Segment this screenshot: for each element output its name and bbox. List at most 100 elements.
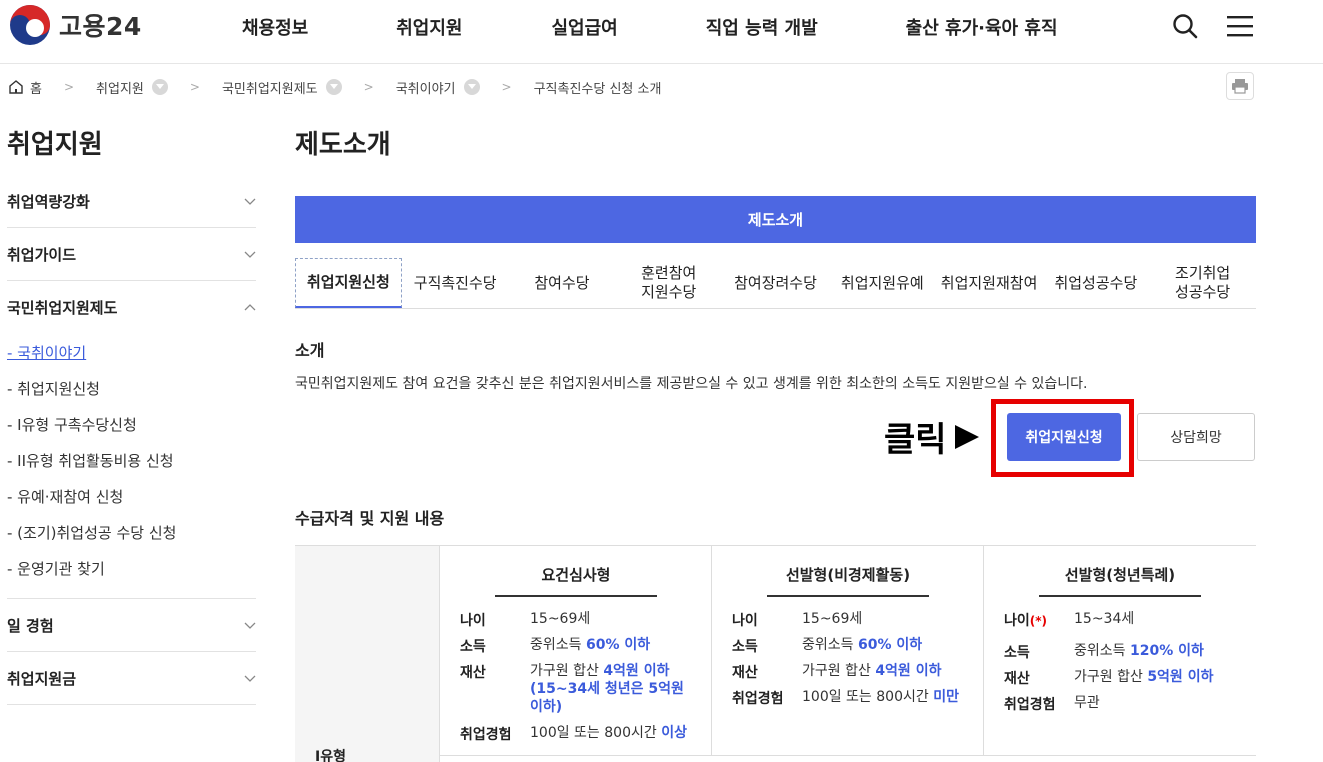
table-row: 소득 중위소득 60% 이하 — [460, 636, 650, 656]
nav-item-vocational-training[interactable]: 직업 능력 개발 — [706, 14, 818, 40]
chevron-right-icon: > — [363, 80, 374, 94]
row-value-highlight: 4억원 이하 — [603, 663, 670, 679]
row-value-wrap: 가구원 합산 4억원 이하 (15~34세 청년은 5억원 이하) — [530, 662, 700, 716]
sidebar-item-success-allowance[interactable]: - (조기)취업성공 수당 신청 — [7, 514, 256, 550]
eligibility-column: 요건심사형 나이 15~69세 소득 중위소득 60% 이하 재산 가구원 합산… — [440, 546, 712, 756]
hamburger-menu-icon[interactable] — [1226, 14, 1254, 38]
page-title: 제도소개 — [295, 130, 391, 160]
row-value-highlight: 60% 이하 — [585, 637, 651, 653]
tab-rejoin[interactable]: 취업지원재참여 — [936, 258, 1043, 308]
row-value: 가구원 합산 — [530, 663, 604, 679]
section-bar: 제도소개 — [295, 196, 1256, 243]
row-value-highlight: 이상 — [661, 725, 687, 741]
tab-job-seeking-allowance[interactable]: 구직촉진수당 — [402, 258, 509, 308]
search-icon[interactable] — [1172, 13, 1198, 39]
sidebar-group-subsidy[interactable]: 취업지원금 — [7, 652, 256, 705]
eligibility-column: 선발형(청년특례) 나이(*) 15~34세 소득 중위소득 120% 이하 재… — [984, 546, 1256, 756]
row-key: 소득 — [1004, 645, 1030, 661]
breadcrumb-label: 취업지원 — [96, 81, 144, 97]
site-header: 고용24 채용정보 취업지원 실업급여 직업 능력 개발 출산 휴가·육아 휴직 — [0, 0, 1323, 64]
row-value: 중위소득 — [1074, 643, 1130, 659]
sidebar-group-guide[interactable]: 취업가이드 — [7, 228, 256, 281]
sidebar-item-type1-allowance[interactable]: - I유형 구촉수당신청 — [7, 406, 256, 442]
breadcrumb-item-employment-support[interactable]: 취업지원 — [96, 78, 168, 97]
table-row: 소득 중위소득 60% 이하 — [732, 636, 922, 656]
sidebar-group-capacity[interactable]: 취업역량강화 — [7, 175, 256, 228]
row-key: 재산 — [732, 665, 758, 681]
breadcrumb-item-current: 구직촉진수당 신청 소개 — [534, 78, 662, 97]
nav-item-recruit[interactable]: 채용정보 — [242, 14, 308, 40]
sidebar-item-defer-rejoin[interactable]: - 유예·재참여 신청 — [7, 478, 256, 514]
sidebar-item-label: - 운영기관 찾기 — [7, 559, 105, 578]
row-value-highlight: 5억원 이하 — [1147, 669, 1214, 685]
consult-button[interactable]: 상담희망 — [1137, 413, 1255, 461]
arrow-right-icon — [954, 424, 979, 449]
tab-apply[interactable]: 취업지원신청 — [295, 258, 402, 308]
row-value-wrap: 100일 또는 800시간 미만 — [802, 688, 959, 708]
breadcrumb-item-national-program[interactable]: 국민취업지원제도 — [222, 78, 342, 97]
chevron-up-icon — [244, 303, 256, 310]
click-annotation: 클릭 — [884, 412, 981, 461]
row-value: 중위소득 — [802, 637, 858, 653]
tab-deferral[interactable]: 취업지원유예 — [829, 258, 936, 308]
sidebar-item-label: - 취업지원신청 — [7, 379, 100, 398]
sidebar-title: 취업지원 — [7, 130, 103, 160]
column-heading: 선발형(비경제활동) — [767, 564, 929, 597]
print-button[interactable] — [1226, 72, 1254, 100]
row-value: 가구원 합산 — [1074, 669, 1148, 685]
breadcrumb-item-story[interactable]: 국취이야기 — [396, 78, 480, 97]
chevron-down-icon[interactable] — [325, 79, 342, 95]
sidebar-group-national-program[interactable]: 국민취업지원제도 — [7, 281, 256, 334]
row-key: 재산 — [1004, 671, 1030, 687]
row-key-wrap: 나이(*) — [1004, 610, 1074, 630]
breadcrumb-home[interactable]: 홈 — [8, 78, 42, 97]
chevron-down-icon — [244, 675, 256, 682]
row-key: 나이 — [1004, 613, 1030, 629]
row-value-highlight: 4억원 이하 — [875, 663, 942, 679]
chevron-right-icon: > — [63, 80, 75, 94]
sidebar-group-label: 취업가이드 — [7, 245, 77, 264]
taegeuk-logo-icon — [10, 5, 50, 45]
row-key: 취업경험 — [732, 691, 784, 707]
table-row: 재산 가구원 합산 4억원 이하 — [732, 662, 941, 682]
nav-item-parental-leave[interactable]: 출산 휴가·육아 휴직 — [906, 14, 1058, 40]
chevron-right-icon: > — [189, 80, 200, 94]
nav-item-unemployment-benefit[interactable]: 실업급여 — [552, 14, 618, 40]
sidebar-item-story[interactable]: - 국취이야기 — [7, 334, 256, 370]
program-tabs: 취업지원신청 구직촉진수당 참여수당 훈련참여 지원수당 참여장려수당 취업지원… — [295, 258, 1256, 309]
section-bar-label: 제도소개 — [747, 211, 804, 229]
sidebar-group-work-experience[interactable]: 일 경험 — [7, 599, 256, 652]
chevron-down-icon[interactable] — [463, 79, 480, 95]
row-key: 취업경험 — [460, 727, 512, 743]
row-key: 소득 — [460, 639, 486, 655]
logo[interactable]: 고용24 — [9, 4, 142, 46]
row-value-wrap: 중위소득 60% 이하 — [530, 636, 650, 656]
sidebar-sub-list: - 국취이야기 - 취업지원신청 - I유형 구촉수당신청 - II유형 취업활… — [7, 334, 256, 599]
breadcrumb: 홈 > 취업지원 > 국민취업지원제도 > 국취이야기 > 구직촉진수당 신청 … — [8, 76, 661, 98]
sidebar-item-label: - I유형 구촉수당신청 — [7, 415, 137, 434]
tab-participation-allowance[interactable]: 참여수당 — [509, 258, 616, 308]
chevron-down-icon[interactable] — [151, 79, 168, 95]
breadcrumb-label: 국민취업지원제도 — [221, 81, 318, 97]
table-row: 취업경험 100일 또는 800시간 이상 — [460, 724, 687, 744]
required-mark: (*) — [1029, 614, 1048, 628]
sidebar-item-label: - II유형 취업활동비용 신청 — [7, 451, 174, 470]
tab-early-success-allowance[interactable]: 조기취업 성공수당 — [1149, 258, 1256, 308]
apply-button[interactable]: 취업지원신청 — [1007, 413, 1121, 461]
table-row: 소득 중위소득 120% 이하 — [1004, 642, 1204, 662]
row-value: 중위소득 — [530, 637, 586, 653]
row-key: 취업경험 — [1004, 697, 1056, 713]
type-cell: I유형 — [295, 546, 440, 762]
type-label: I유형 — [315, 749, 346, 762]
row-key: 재산 — [460, 665, 486, 681]
table-row: 취업경험 무관 — [1004, 694, 1100, 714]
sidebar-item-apply[interactable]: - 취업지원신청 — [7, 370, 256, 406]
sidebar-item-find-agency[interactable]: - 운영기관 찾기 — [7, 550, 256, 586]
nav-item-employment-support[interactable]: 취업지원 — [396, 14, 462, 40]
tab-success-allowance[interactable]: 취업성공수당 — [1042, 258, 1149, 308]
tab-training-allowance[interactable]: 훈련참여 지원수당 — [615, 258, 722, 308]
sidebar-group-label: 국민취업지원제도 — [7, 299, 118, 317]
tab-encouragement-allowance[interactable]: 참여장려수당 — [722, 258, 829, 308]
sidebar-item-type2-cost[interactable]: - II유형 취업활동비용 신청 — [7, 442, 256, 478]
row-value-wrap: 100일 또는 800시간 이상 — [530, 724, 687, 744]
